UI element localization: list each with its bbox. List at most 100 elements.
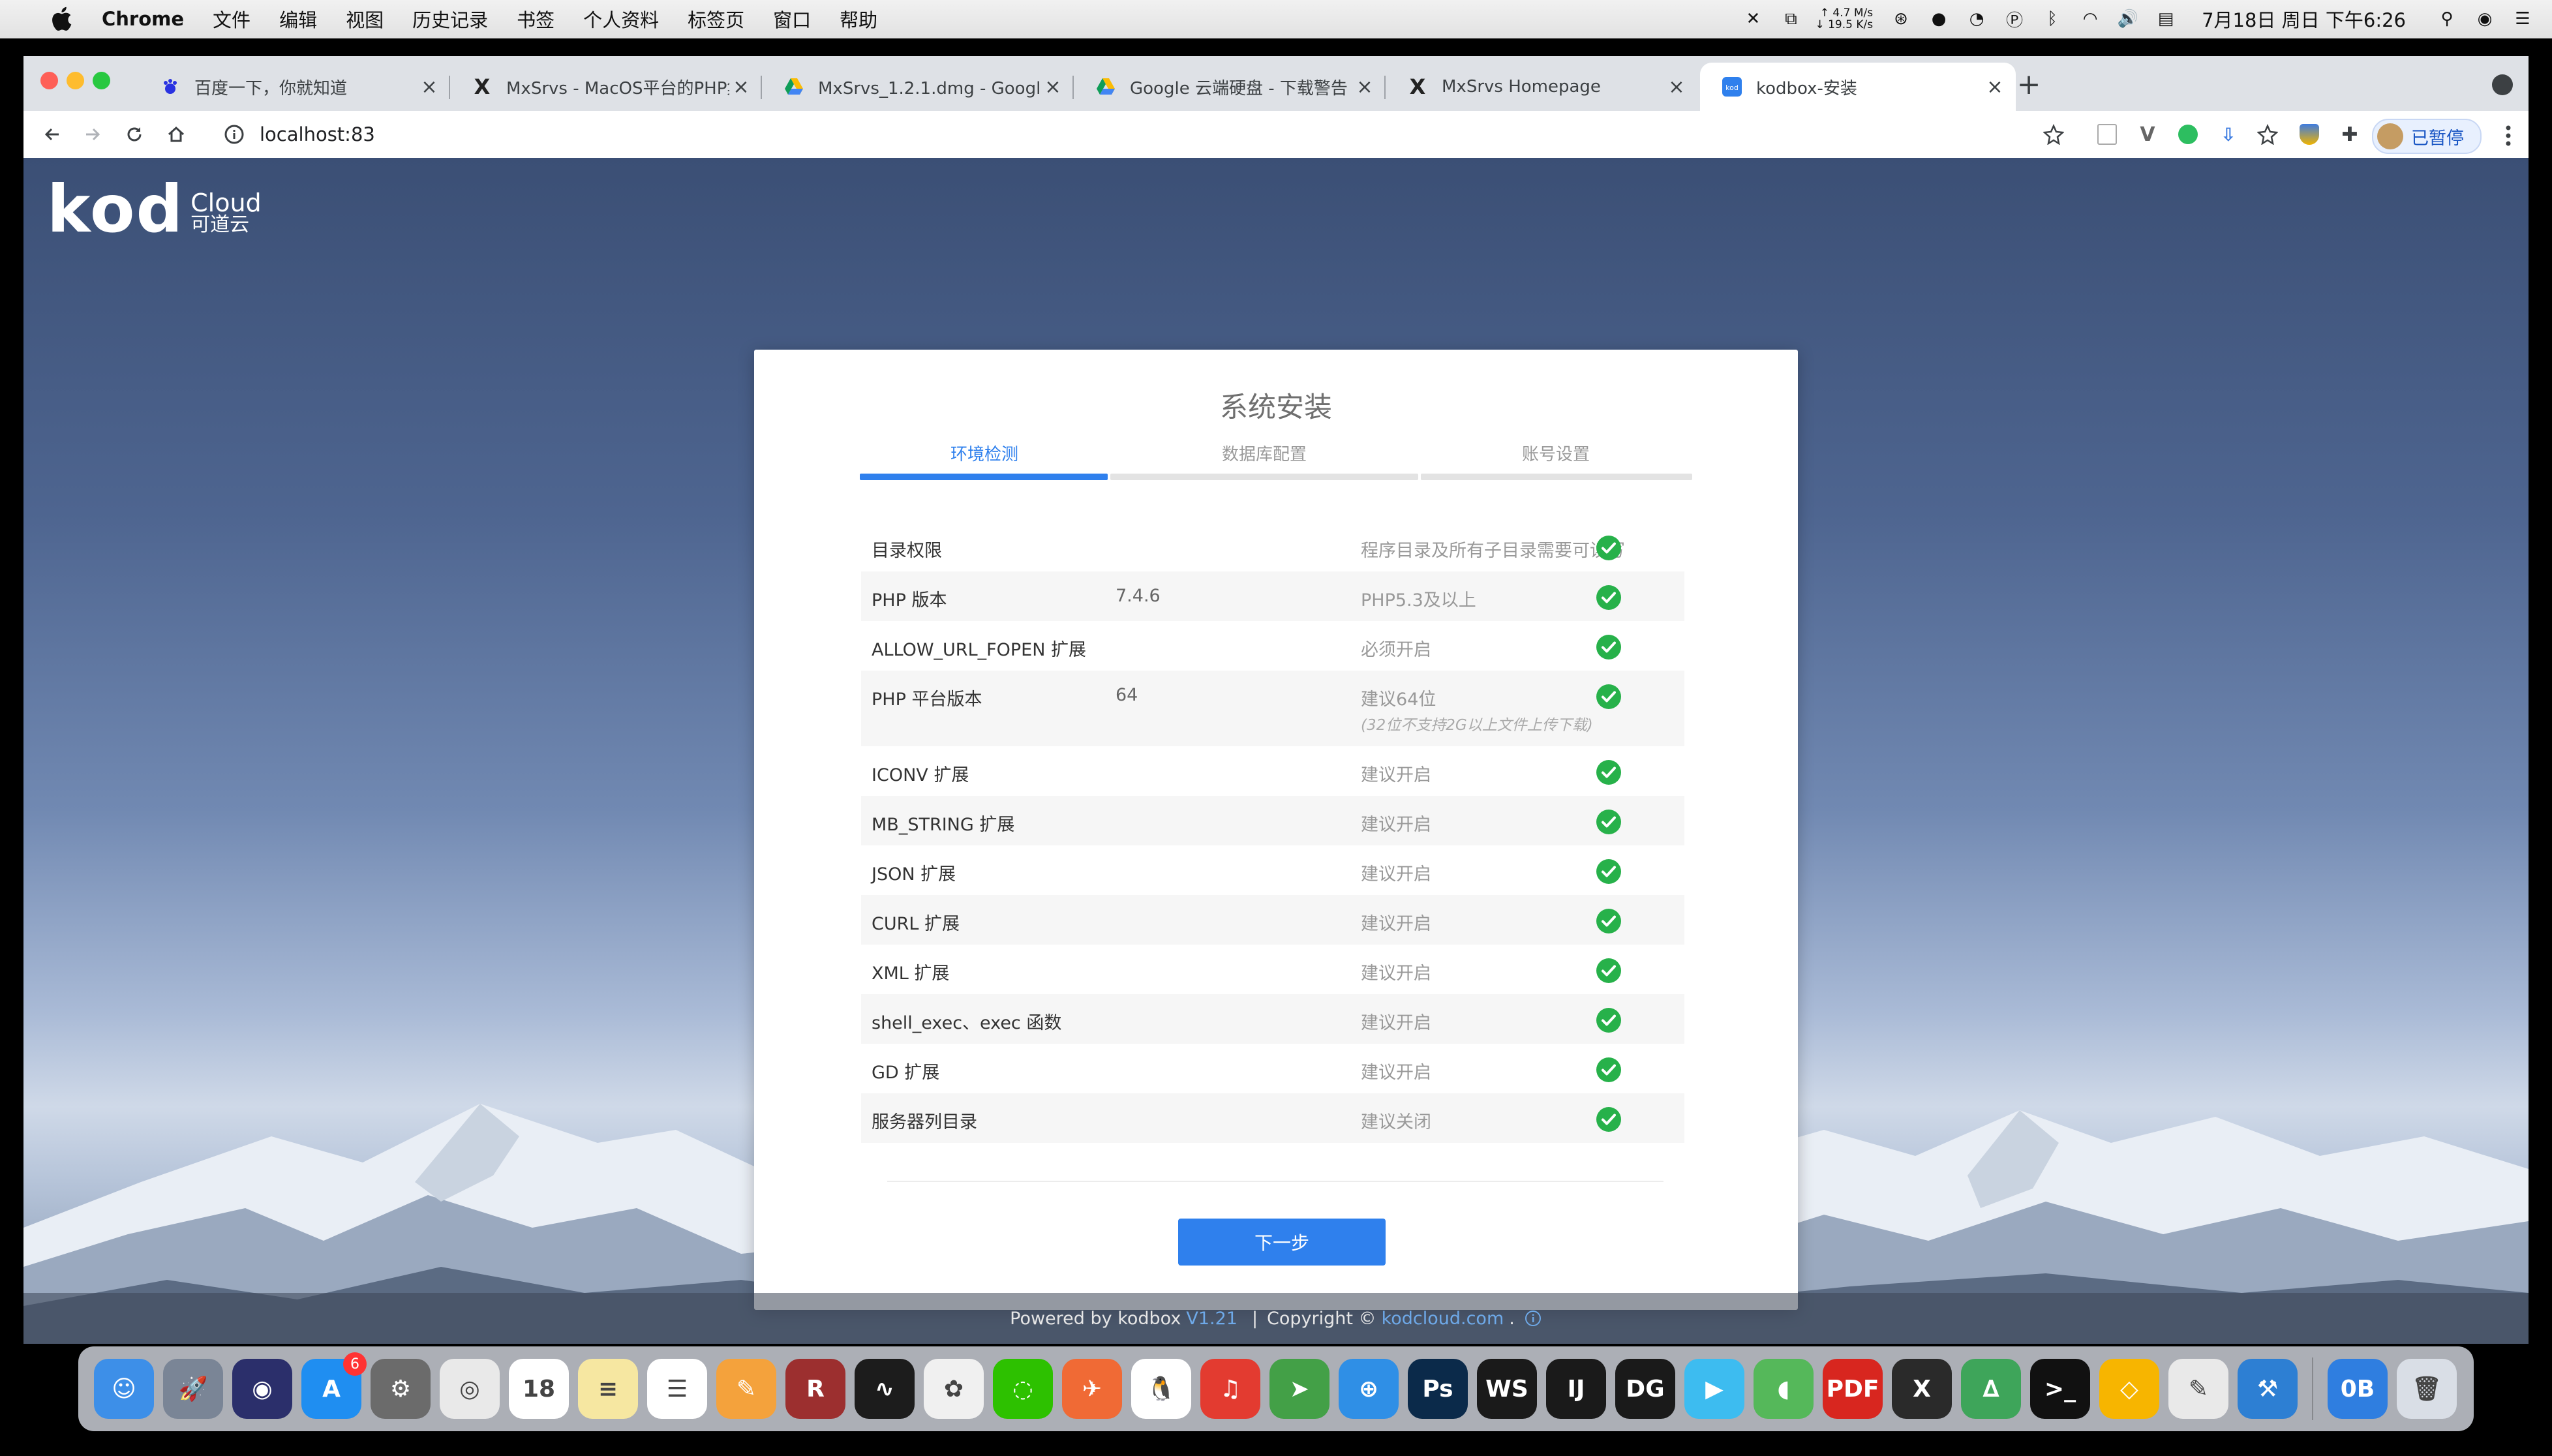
step-database-config[interactable]: 数据库配置 bbox=[1110, 441, 1418, 465]
netease-music-dock-icon[interactable]: ♫ bbox=[1200, 1359, 1260, 1419]
siri-dock-icon[interactable]: ◉ bbox=[232, 1359, 292, 1419]
menubar-clock[interactable]: 7月18日 周日 下午6:26 bbox=[2202, 5, 2406, 33]
menu-window[interactable]: 窗口 bbox=[773, 5, 811, 33]
address-url[interactable]: localhost:83 bbox=[260, 123, 375, 145]
menu-edit[interactable]: 编辑 bbox=[279, 5, 317, 33]
webstorm-dock-icon[interactable]: WS bbox=[1477, 1359, 1537, 1419]
system-preferences-dock-icon[interactable]: ⚙ bbox=[371, 1359, 431, 1419]
xcode-dock-icon[interactable]: ⚒ bbox=[2238, 1359, 2298, 1419]
home-icon[interactable] bbox=[162, 120, 190, 149]
pages-dock-icon[interactable]: ✎ bbox=[716, 1359, 776, 1419]
tab-close-icon[interactable]: × bbox=[1353, 75, 1376, 99]
tab-baidu[interactable]: 百度一下，你就知道 × bbox=[138, 63, 450, 111]
telegram-dock-icon[interactable]: ➤ bbox=[1269, 1359, 1329, 1419]
tab-close-icon[interactable]: × bbox=[1665, 75, 1688, 99]
p-status-icon[interactable]: Ⓟ bbox=[2005, 9, 2024, 31]
menu-tabs[interactable]: 标签页 bbox=[688, 5, 744, 33]
forward-icon[interactable] bbox=[78, 120, 107, 149]
intellij-dock-icon[interactable]: IJ bbox=[1546, 1359, 1606, 1419]
launchpad-dock-icon[interactable]: 🚀 bbox=[163, 1359, 223, 1419]
profile-button[interactable]: 已暂停 bbox=[2372, 119, 2482, 154]
tab-close-icon[interactable]: × bbox=[1983, 75, 2007, 99]
mxsrvs-dock-icon[interactable]: X bbox=[1892, 1359, 1952, 1419]
screen-mirror-status-icon[interactable]: ⧉ bbox=[1781, 9, 1800, 29]
tab-mxsrvs-dmg[interactable]: MxSrvs_1.2.1.dmg - Google 云端 × bbox=[762, 63, 1074, 111]
wifi-icon[interactable]: ◠ bbox=[2080, 9, 2100, 29]
menu-bookmarks[interactable]: 书签 bbox=[517, 5, 554, 33]
safari-dock-icon[interactable]: ⊕ bbox=[1339, 1359, 1399, 1419]
menu-profiles[interactable]: 个人资料 bbox=[583, 5, 659, 33]
extension-star-icon[interactable] bbox=[2255, 121, 2281, 147]
vpn-status-icon[interactable]: ⊛ bbox=[1891, 9, 1911, 29]
sourcetree-dock-icon[interactable]: ◖ bbox=[1754, 1359, 1814, 1419]
site-info-icon[interactable] bbox=[223, 123, 245, 145]
menu-history[interactable]: 历史记录 bbox=[412, 5, 488, 33]
notification-center-icon[interactable]: ☰ bbox=[2513, 9, 2532, 29]
extensions-puzzle-icon[interactable]: ✚ bbox=[2337, 121, 2363, 147]
photoshop-dock-icon[interactable]: Ps bbox=[1408, 1359, 1468, 1419]
evernote-extension-icon[interactable] bbox=[2175, 121, 2201, 147]
infuse-dock-icon[interactable]: ▶ bbox=[1684, 1359, 1744, 1419]
extension-v-icon[interactable]: V bbox=[2134, 121, 2161, 147]
bluetooth-icon[interactable]: ᛒ bbox=[2043, 9, 2062, 29]
trash-dock-icon[interactable]: 🗑 bbox=[2397, 1359, 2457, 1419]
reminders-dock-icon[interactable]: ☰ bbox=[647, 1359, 707, 1419]
tab-mxsrvs[interactable]: X MxSrvs - MacOS平台的PHP集成 × bbox=[450, 63, 762, 111]
reload-icon[interactable] bbox=[120, 120, 149, 149]
extension-download-icon[interactable]: ⇩ bbox=[2215, 121, 2241, 147]
tab-mxsrvs-homepage[interactable]: X MxSrvs Homepage × bbox=[1386, 63, 1697, 111]
tab-drive-warning[interactable]: Google 云端硬盘 - 下载警告 × bbox=[1074, 63, 1386, 111]
postman-dock-icon[interactable]: ✈ bbox=[1062, 1359, 1122, 1419]
window-zoom-button[interactable] bbox=[93, 72, 110, 89]
menu-help[interactable]: 帮助 bbox=[840, 5, 877, 33]
step-account-setup[interactable]: 账号设置 bbox=[1421, 441, 1691, 465]
window-close-button[interactable] bbox=[40, 72, 58, 89]
script-editor-dock-icon[interactable]: ✎ bbox=[2168, 1359, 2228, 1419]
step-env-check[interactable]: 环境检测 bbox=[861, 441, 1108, 465]
terminal-dock-icon[interactable]: >_ bbox=[2030, 1359, 2090, 1419]
sketch-dock-icon[interactable]: ◇ bbox=[2099, 1359, 2159, 1419]
activity-monitor-dock-icon[interactable]: ∿ bbox=[855, 1359, 915, 1419]
tab-close-icon[interactable]: × bbox=[729, 75, 753, 99]
extension-page-icon[interactable] bbox=[2094, 121, 2120, 147]
app-store-dock-icon[interactable]: A6 bbox=[301, 1352, 367, 1419]
window-minimize-button[interactable] bbox=[67, 72, 84, 89]
mouse-status-icon[interactable]: ● bbox=[1929, 9, 1949, 29]
downloads-stack-dock-icon[interactable]: 0B bbox=[2328, 1359, 2388, 1419]
chrome-dock-icon[interactable]: ◎ bbox=[440, 1359, 500, 1419]
footer-info-icon[interactable] bbox=[1524, 1309, 1542, 1327]
tab-close-icon[interactable]: × bbox=[418, 75, 441, 99]
back-icon[interactable] bbox=[38, 120, 67, 149]
footer-site-link[interactable]: kodcloud.com bbox=[1382, 1309, 1504, 1329]
tab-search-icon[interactable] bbox=[2492, 74, 2513, 95]
menu-view[interactable]: 视图 bbox=[346, 5, 384, 33]
siri-status-icon[interactable]: ◉ bbox=[2475, 9, 2495, 29]
address-bar[interactable]: localhost:83 bbox=[211, 116, 2077, 153]
extension-shield-icon[interactable] bbox=[2296, 121, 2322, 147]
menu-app-name[interactable]: Chrome bbox=[102, 8, 184, 30]
apple-menu-icon[interactable] bbox=[48, 5, 73, 33]
input-source-flag-icon[interactable]: ▤ bbox=[2156, 9, 2176, 29]
bookmark-star-icon[interactable] bbox=[2041, 121, 2067, 147]
chrome-menu-icon[interactable] bbox=[2499, 123, 2518, 149]
ruby-mine-dock-icon[interactable]: R bbox=[785, 1359, 845, 1419]
notes-dock-icon[interactable]: ≡ bbox=[578, 1359, 638, 1419]
pdf-expert-dock-icon[interactable]: PDF bbox=[1823, 1359, 1883, 1419]
spotlight-search-icon[interactable]: ⚲ bbox=[2437, 9, 2457, 29]
volume-icon[interactable]: 🔊 bbox=[2118, 9, 2138, 29]
datagrip-dock-icon[interactable]: DG bbox=[1615, 1359, 1675, 1419]
qq-dock-icon[interactable]: 🐧 bbox=[1131, 1359, 1191, 1419]
timemachine-status-icon[interactable]: ◔ bbox=[1967, 9, 1986, 29]
calendar-dock-icon[interactable]: 18 bbox=[509, 1359, 569, 1419]
network-speed-monitor[interactable]: ↑ 4.7 M/s ↓ 19.5 K/s bbox=[1815, 7, 1873, 31]
tab-kodbox-install[interactable]: kod kodbox-安装 × bbox=[1700, 63, 2016, 111]
new-tab-button[interactable]: + bbox=[2016, 70, 2042, 99]
menu-file[interactable]: 文件 bbox=[213, 5, 251, 33]
tab-close-icon[interactable]: × bbox=[1041, 75, 1065, 99]
photos-dock-icon[interactable]: ✿ bbox=[924, 1359, 984, 1419]
next-step-button[interactable]: 下一步 bbox=[1178, 1219, 1386, 1266]
android-studio-dock-icon[interactable]: ∆ bbox=[1961, 1359, 2021, 1419]
mxsrvs-status-icon[interactable]: ✕ bbox=[1743, 9, 1763, 29]
wechat-dock-icon[interactable]: ◌ bbox=[993, 1359, 1053, 1419]
finder-dock-icon[interactable]: ☺ bbox=[94, 1359, 154, 1419]
